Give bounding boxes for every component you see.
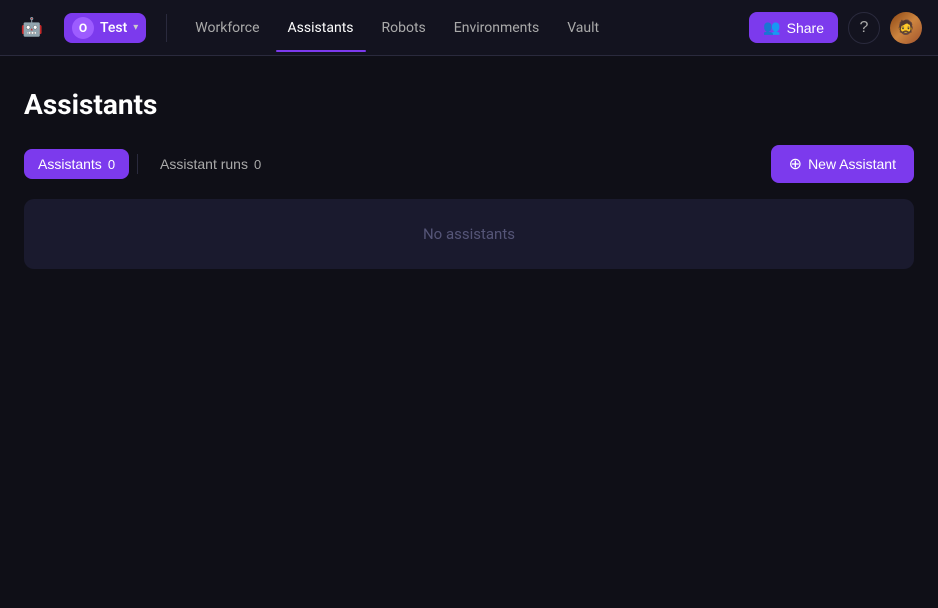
avatar-image: 🧔 [897, 20, 914, 36]
help-icon: ? [860, 19, 869, 37]
workspace-letter: O [72, 17, 94, 39]
nav-right: 👥 Share ? 🧔 [749, 12, 922, 44]
tab-assistant-runs-label: Assistant runs [160, 156, 248, 172]
nav-links: Workforce Assistants Robots Environments… [183, 14, 741, 42]
tab-separator [137, 154, 138, 174]
chevron-down-icon: ▾ [133, 22, 138, 33]
workspace-name: Test [100, 20, 127, 36]
nav-link-vault[interactable]: Vault [555, 14, 611, 42]
empty-state-message: No assistants [423, 225, 515, 243]
empty-state-panel: No assistants [24, 199, 914, 269]
new-assistant-label: New Assistant [808, 156, 896, 172]
tab-assistants[interactable]: Assistants 0 [24, 149, 129, 179]
tab-assistants-label: Assistants [38, 156, 102, 172]
main-content: Assistants Assistants 0 Assistant runs 0… [0, 56, 938, 301]
workspace-selector[interactable]: O Test ▾ [64, 13, 146, 43]
nav-link-environments[interactable]: Environments [442, 14, 551, 42]
avatar[interactable]: 🧔 [890, 12, 922, 44]
navbar: 🤖 O Test ▾ Workforce Assistants Robots E… [0, 0, 938, 56]
tabs-bar: Assistants 0 Assistant runs 0 ⊕ New Assi… [24, 145, 914, 183]
nav-divider [166, 14, 167, 42]
share-button[interactable]: 👥 Share [749, 12, 838, 43]
new-assistant-button[interactable]: ⊕ New Assistant [771, 145, 914, 183]
share-label: Share [787, 20, 824, 36]
nav-link-assistants[interactable]: Assistants [276, 14, 366, 42]
tab-assistant-runs[interactable]: Assistant runs 0 [146, 149, 275, 179]
tabs-left: Assistants 0 Assistant runs 0 [24, 149, 275, 179]
tab-assistant-runs-count: 0 [254, 157, 261, 172]
nav-link-robots[interactable]: Robots [370, 14, 438, 42]
nav-link-workforce[interactable]: Workforce [183, 14, 271, 42]
tab-assistants-count: 0 [108, 157, 115, 172]
share-icon: 👥 [763, 19, 780, 36]
app-logo: 🤖 [16, 12, 48, 44]
page-title: Assistants [24, 88, 914, 121]
help-button[interactable]: ? [848, 12, 880, 44]
plus-circle-icon: ⊕ [789, 154, 802, 174]
